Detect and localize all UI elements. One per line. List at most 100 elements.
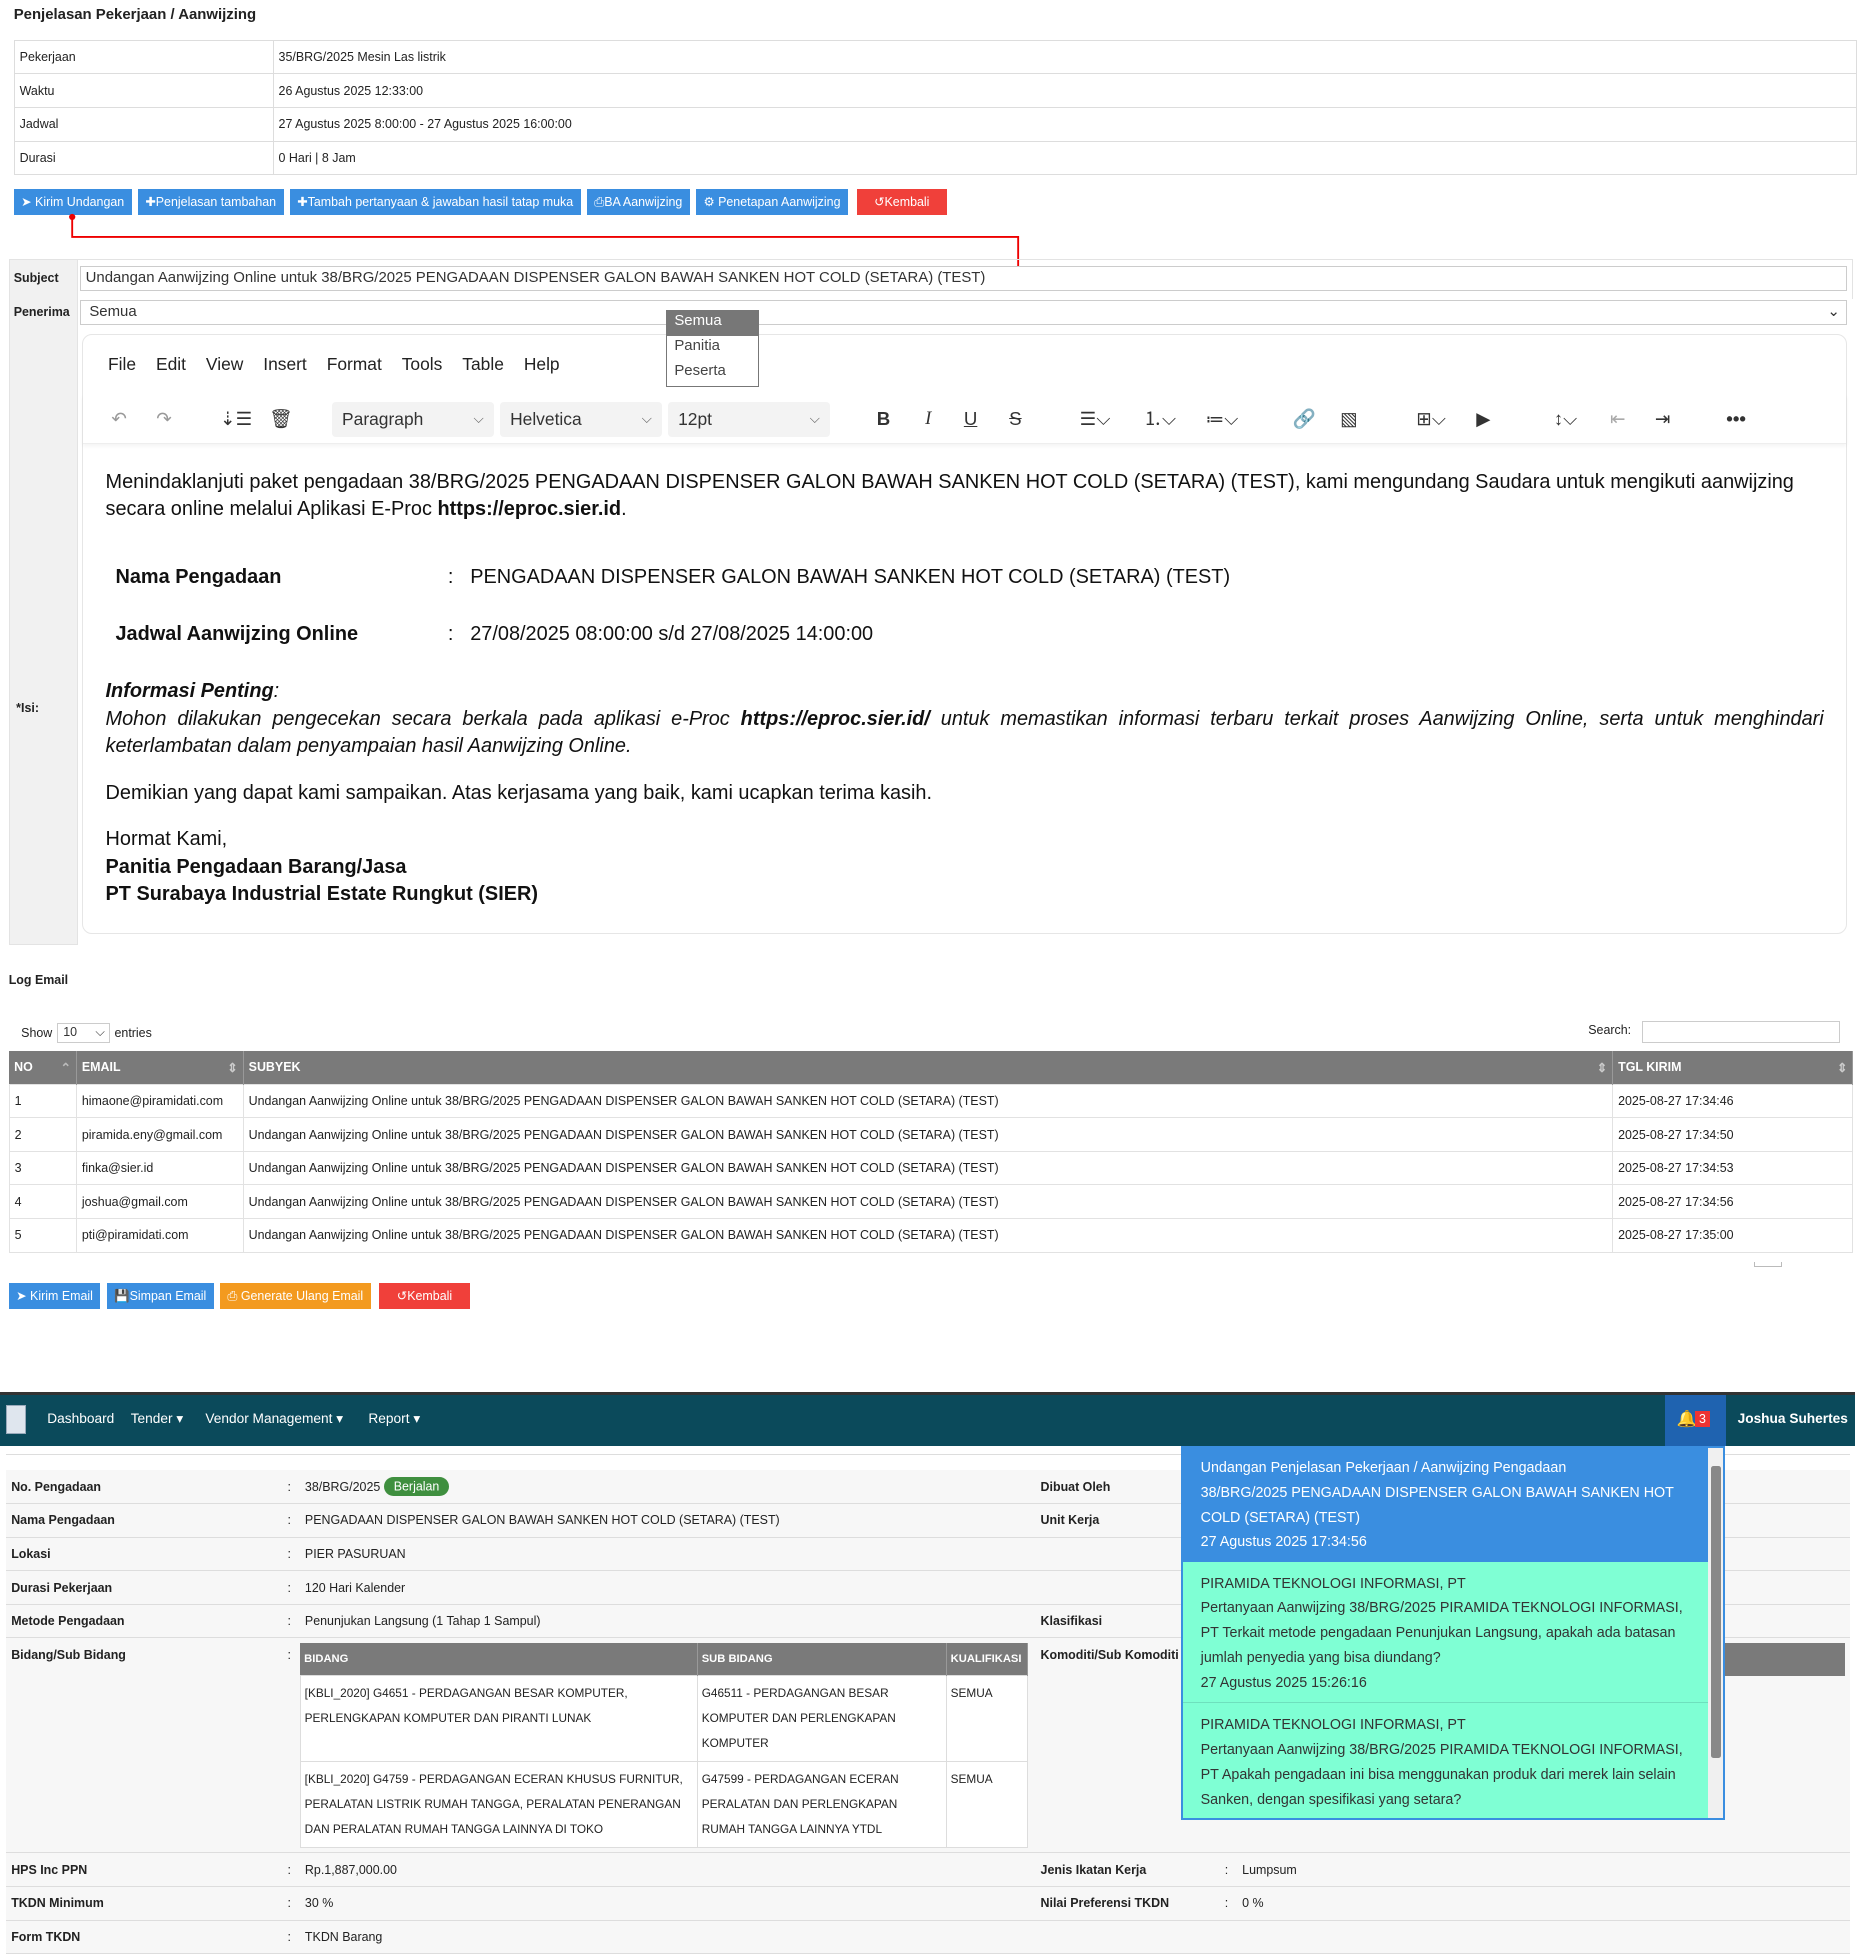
info-value: 26 Agustus 2025 12:33:00 xyxy=(272,73,1858,109)
cell-subyek: Undangan Aanwijzing Online untuk 38/BRG/… xyxy=(242,1083,1614,1119)
table-icon[interactable]: ⊞⌵ xyxy=(1408,402,1455,437)
indent-icon[interactable]: ⇥ xyxy=(1649,402,1676,437)
menu-table[interactable]: Table xyxy=(462,354,504,375)
nav-tender[interactable]: Tender ▾ xyxy=(131,1411,184,1427)
remove-format-icon[interactable]: ⇣☰ xyxy=(220,402,252,437)
label: Bidang/Sub Bidang xyxy=(6,1637,283,1854)
value: PENGADAAN DISPENSER GALON BAWAH SANKEN H… xyxy=(299,1503,1036,1538)
scrollbar-thumb[interactable] xyxy=(1710,1465,1721,1759)
link-icon[interactable]: 🔗 xyxy=(1290,402,1317,437)
signature-company: PT Surabaya Industrial Estate Rungkut (S… xyxy=(105,883,539,906)
cell-no: 3 xyxy=(8,1150,77,1186)
generate-ulang-email-button[interactable]: ⎙ Generate Ulang Email xyxy=(219,1283,371,1310)
menu-help[interactable]: Help xyxy=(524,354,560,375)
numbered-list-icon[interactable]: ⒈⌵ xyxy=(1136,402,1183,437)
info-value: 0 Hari | 8 Jam xyxy=(272,140,1858,176)
kembali-button[interactable]: ↺Kembali xyxy=(379,1283,470,1310)
menu-view[interactable]: View xyxy=(206,354,243,375)
nav-dashboard[interactable]: Dashboard xyxy=(47,1411,114,1426)
undo-icon: ↺ xyxy=(874,195,885,210)
col-email[interactable]: EMAIL ⇕ xyxy=(76,1050,244,1085)
bold-icon[interactable]: B xyxy=(870,402,897,437)
option-peserta[interactable]: Peserta xyxy=(667,361,758,386)
info-label: Waktu xyxy=(13,73,274,109)
bidang-table: BIDANG SUB BIDANG KUALIFIKASI [KBLI_2020] … xyxy=(299,1643,1029,1848)
undo-icon[interactable]: ↶ xyxy=(106,402,133,437)
chevron-down-icon: ⌵ xyxy=(473,410,484,426)
col-subyek[interactable]: SUBYEK ⇕ xyxy=(243,1050,1614,1085)
logo[interactable] xyxy=(6,1404,27,1435)
trash-icon[interactable]: 🗑 xyxy=(267,402,294,437)
menu-format[interactable]: Format xyxy=(327,354,382,375)
chevron-down-icon: ⌵ xyxy=(95,1025,105,1040)
label: Metode Pengadaan xyxy=(6,1604,283,1639)
scrollbar[interactable] xyxy=(1708,1448,1724,1818)
simpan-email-button[interactable]: 💾Simpan Email xyxy=(106,1283,214,1310)
media-icon[interactable]: ▶ xyxy=(1470,402,1497,437)
col-tgl-kirim[interactable]: TGL KIRIM ⇕ xyxy=(1612,1050,1854,1085)
text: Menindaklanjuti paket pengadaan 38/BRG/2… xyxy=(105,471,1794,521)
eproc-link[interactable]: https://eproc.sier.id/ xyxy=(741,708,930,730)
font-size-select[interactable]: 12pt ⌵ xyxy=(668,401,830,437)
colon: : xyxy=(282,1920,300,1955)
more-icon[interactable]: ••• xyxy=(1721,402,1751,437)
value: 30 % xyxy=(299,1886,1036,1921)
value: TKDN Barang xyxy=(299,1920,1036,1955)
form-label-column xyxy=(8,258,79,945)
label: Jenis Ikatan Kerja xyxy=(1035,1852,1220,1888)
editor-menubar: File Edit View Insert Format Tools Table… xyxy=(108,354,560,375)
italic-icon[interactable]: I xyxy=(915,402,942,437)
line-height-icon[interactable]: ↕⌵ xyxy=(1542,402,1589,437)
info-row: Durasi 0 Hari | 8 Jam xyxy=(13,140,1858,176)
value: 120 Hari Kalender xyxy=(299,1570,1036,1605)
search-input[interactable] xyxy=(1641,1020,1840,1044)
entries-control: Show 10 ⌵ entries xyxy=(21,1023,152,1044)
scrollbar[interactable] xyxy=(1753,1262,1783,1268)
title: PIRAMIDA TEKNOLOGI INFORMASI, PT xyxy=(1200,1717,1466,1734)
table-row: 4 joshua@gmail.com Undangan Aanwijzing Onl… xyxy=(8,1184,1854,1219)
notification-button[interactable]: 🔔 3 xyxy=(1665,1394,1727,1446)
editor-content[interactable]: Menindaklanjuti paket pengadaan 38/BRG/2… xyxy=(106,469,1824,908)
caret-down-icon: ▾ xyxy=(336,1410,344,1426)
value: Paragraph xyxy=(342,408,424,429)
user-menu[interactable]: Joshua Suhertes xyxy=(1738,1411,1848,1426)
label: TKDN Minimum xyxy=(6,1886,283,1921)
option-semua[interactable]: Semua xyxy=(666,310,759,336)
underline-icon[interactable]: U xyxy=(957,402,984,437)
cell-tgl-kirim: 2025-08-27 17:34:50 xyxy=(1612,1117,1854,1152)
notification-item[interactable]: PIRAMIDA TEKNOLOGI INFORMASI, PT Pertanya… xyxy=(1183,1561,1709,1704)
kirim-email-button[interactable]: ➤ Kirim Email xyxy=(8,1283,101,1310)
cell-subyek: Undangan Aanwijzing Online untuk 38/BRG/… xyxy=(242,1217,1614,1253)
menu-insert[interactable]: Insert xyxy=(263,354,307,375)
strikethrough-icon[interactable]: S xyxy=(1002,402,1029,437)
gears-icon: ⚙ xyxy=(703,195,719,210)
cell-no: 5 xyxy=(8,1217,77,1253)
align-icon[interactable]: ☰⌵ xyxy=(1071,402,1118,437)
col-no[interactable]: NO ⌃ xyxy=(9,1050,77,1085)
bullet-list-icon[interactable]: ≔⌵ xyxy=(1198,402,1245,437)
rich-text-editor[interactable]: File Edit View Insert Format Tools Table… xyxy=(82,333,1848,934)
notification-item[interactable]: PIRAMIDA TEKNOLOGI INFORMASI, PT Pertanya… xyxy=(1183,1703,1709,1818)
cell-subyek: Undangan Aanwijzing Online untuk 38/BRG/… xyxy=(242,1184,1614,1219)
info-value: 35/BRG/2025 Mesin Las listrik xyxy=(272,39,1858,75)
nav-vendor-management[interactable]: Vendor Management ▾ xyxy=(205,1411,343,1427)
block-format-select[interactable]: Paragraph ⌵ xyxy=(332,401,494,437)
menu-file[interactable]: File xyxy=(108,354,136,375)
outdent-icon[interactable]: ⇤ xyxy=(1604,402,1631,437)
menu-edit[interactable]: Edit xyxy=(156,354,186,375)
notification-item[interactable]: Undangan Penjelasan Pekerjaan / Aanwijzi… xyxy=(1183,1448,1709,1562)
eproc-link[interactable]: https://eproc.sier.id xyxy=(437,498,621,520)
nav-report[interactable]: Report ▾ xyxy=(368,1411,420,1427)
entries-select[interactable]: 10 ⌵ xyxy=(57,1023,110,1044)
label: Report xyxy=(368,1410,410,1426)
redo-icon[interactable]: ↷ xyxy=(150,402,177,437)
sub-bidang: G47599 - PERDAGANGAN ECERAN PERALATAN DA… xyxy=(697,1760,947,1848)
image-icon[interactable]: ▧ xyxy=(1335,402,1362,437)
cell-no: 4 xyxy=(8,1184,77,1219)
option-panitia[interactable]: Panitia xyxy=(667,336,758,361)
sort-icon: ⇕ xyxy=(1596,1060,1608,1075)
subject-input[interactable]: Undangan Aanwijzing Online untuk 38/BRG/… xyxy=(79,266,1848,292)
penerima-select[interactable]: Semua ⌄ xyxy=(79,299,1848,325)
menu-tools[interactable]: Tools xyxy=(402,354,443,375)
font-family-select[interactable]: Helvetica ⌵ xyxy=(500,401,662,437)
